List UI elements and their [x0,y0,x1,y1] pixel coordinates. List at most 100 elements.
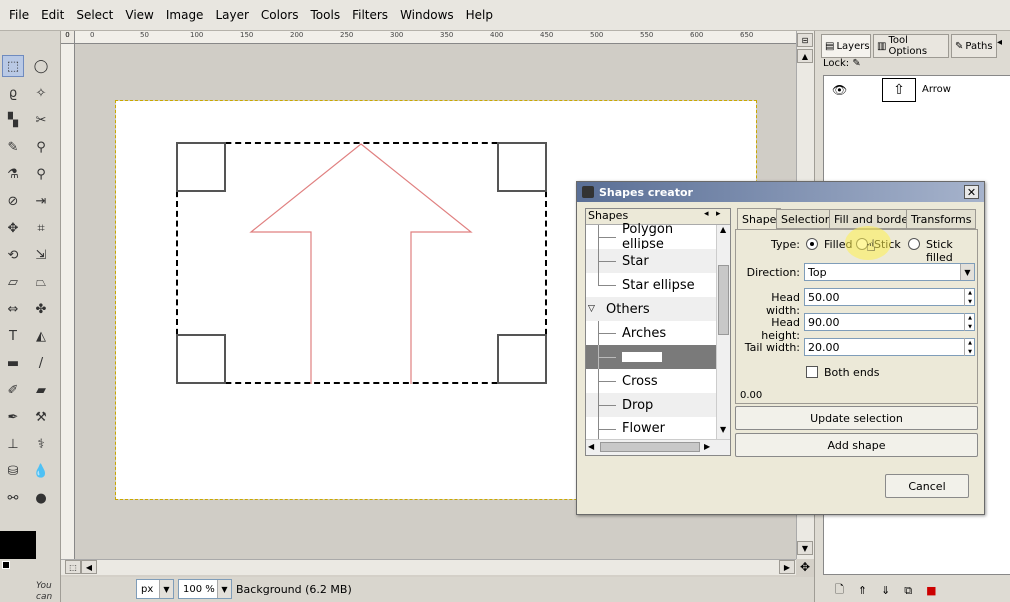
head-height-input[interactable]: 90.00 ▲ ▼ [804,313,975,331]
scroll-right-icon[interactable]: ▶ [704,442,710,451]
scroll-thumb[interactable] [718,265,729,335]
menu-image[interactable]: Image [161,8,209,22]
eraser-icon[interactable]: / [30,352,52,374]
paintbrush-icon[interactable]: ▬ [2,352,24,374]
tab-layers[interactable]: ▤ Layers [821,34,871,58]
heal-icon[interactable]: ⚒ [30,406,52,428]
zoom-icon[interactable]: ⚲ [30,136,52,158]
radio-stick-filled[interactable] [908,238,920,250]
rotate-icon[interactable]: ⌗ [30,217,52,239]
layer-row[interactable]: 👁 ⇧ Arrow [824,76,1010,106]
bucket-fill-icon[interactable]: ✤ [30,298,52,320]
spin-buttons[interactable]: ▲ ▼ [964,338,975,356]
both-ends-checkbox[interactable] [806,366,818,378]
header-right-icon[interactable]: ▸ [716,209,721,219]
tab-transforms[interactable]: Transforms [906,209,977,229]
perspective-clone-icon[interactable]: ⊥ [2,433,24,455]
close-icon[interactable]: ✕ [964,185,979,199]
text-icon[interactable]: ⇔ [2,298,24,320]
radio-filled[interactable] [806,238,818,250]
eye-icon[interactable]: 👁 [832,83,847,97]
reset-colors-icon[interactable] [2,561,10,569]
expander-down-icon[interactable]: ▽ [588,304,595,314]
tree-item-selected[interactable] [586,345,716,369]
color-select-icon[interactable]: ▚ [2,109,24,131]
menu-select[interactable]: Select [71,8,118,22]
chevron-down-icon[interactable]: ▼ [159,580,173,598]
scroll-left-icon[interactable]: ◀ [588,442,594,451]
menu-colors[interactable]: Colors [256,8,304,22]
spin-buttons[interactable]: ▲ ▼ [964,313,975,331]
tree-item[interactable]: Star ellipse [586,273,716,297]
menu-windows[interactable]: Windows [395,8,459,22]
scroll-down-icon[interactable]: ▼ [720,425,726,434]
raise-layer-icon[interactable]: ⇑ [858,584,867,597]
head-width-input[interactable]: 50.00 ▲ ▼ [804,288,975,306]
tree-item[interactable]: Arches [586,321,716,345]
menu-tools[interactable]: Tools [306,8,346,22]
update-selection-button[interactable]: Update selection [735,406,978,430]
tab-selection[interactable]: Selection [776,209,837,229]
horizontal-scrollbar[interactable]: ⬚ ◀ ▶ [61,559,796,575]
scroll-left-icon[interactable]: ◀ [81,560,97,574]
ellipse-select-icon[interactable]: ◯ [30,55,52,77]
clone-icon[interactable]: ✒ [2,406,24,428]
tree-item[interactable]: Polygon ellipse [586,222,716,252]
chevron-down-icon[interactable]: ▼ [960,264,974,280]
tree-item[interactable]: Star [586,249,716,273]
foreground-color-swatch[interactable] [0,531,36,559]
ink-icon[interactable]: ▰ [30,379,52,401]
navigate-icon[interactable]: ✥ [796,559,814,575]
menu-view[interactable]: View [120,8,158,22]
scissors-icon[interactable]: ✂ [30,109,52,131]
scroll-right-icon[interactable]: ▶ [779,560,795,574]
tree-item[interactable]: Cross [586,369,716,393]
blend-icon[interactable]: T [2,325,24,347]
tail-width-input[interactable]: 20.00 ▲ ▼ [804,338,975,356]
menu-help[interactable]: Help [461,8,498,22]
chevron-down-icon[interactable]: ▼ [217,580,231,598]
tab-tool-options[interactable]: ▥ Tool Options [873,34,949,58]
menu-edit[interactable]: Edit [36,8,69,22]
tab-paths[interactable]: ✎ Paths [951,34,997,58]
move-icon[interactable]: ⊘ [2,190,24,212]
direction-select[interactable]: Top ▼ [804,263,975,281]
shear-icon[interactable]: ⇲ [30,244,52,266]
menu-file[interactable]: File [4,8,34,22]
zoom-toggle-icon[interactable]: ⊟ [797,33,813,47]
measure-icon[interactable]: ⚲ [30,163,52,185]
new-layer-icon[interactable]: 🗋 [835,581,844,600]
zoom-select[interactable]: 100 % ▼ [178,579,232,599]
airbrush-icon[interactable]: ✐ [2,379,24,401]
fuzzy-select-icon[interactable]: ✧ [30,82,52,104]
menu-layer[interactable]: Layer [210,8,253,22]
spin-buttons[interactable]: ▲ ▼ [964,288,975,306]
tab-shape[interactable]: Shape [737,208,782,230]
ruler-corner[interactable]: 0 [61,31,75,44]
paths-icon[interactable]: ✎ [2,136,24,158]
scroll-down-icon[interactable]: ▼ [797,541,813,555]
tree-horizontal-scrollbar[interactable]: ◀ ▶ [586,439,730,455]
cancel-button[interactable]: Cancel [885,474,969,498]
align-icon[interactable]: ⇥ [30,190,52,212]
delete-layer-icon[interactable]: ■ [926,584,936,597]
tree-item[interactable]: Flower [586,417,716,439]
tree-item[interactable]: Drop [586,393,716,417]
blur-icon[interactable]: ⚕ [30,433,52,455]
perspective-icon[interactable]: ▱ [2,271,24,293]
dialog-title-bar[interactable]: Shapes creator ✕ [577,182,984,202]
tree-group[interactable]: ▽ Others [586,297,716,321]
scale-icon[interactable]: ⟲ [2,244,24,266]
scroll-thumb[interactable] [600,442,700,452]
shapes-tree[interactable]: Shapes ◂ ▸ Polygon ellipse Star Star ell… [585,208,731,456]
dodge-icon[interactable]: 💧 [30,460,52,482]
magnify-icon[interactable]: ● [30,487,52,509]
pencil-icon[interactable]: ◭ [30,325,52,347]
scroll-up-icon[interactable]: ▲ [720,225,726,234]
add-shape-button[interactable]: Add shape [735,433,978,457]
color-picker-icon[interactable]: ⚗ [2,163,24,185]
unit-select[interactable]: px ▼ [136,579,174,599]
scroll-up-icon[interactable]: ▲ [797,49,813,63]
tab-menu-icon[interactable]: ◂ [997,37,1002,48]
duplicate-layer-icon[interactable]: ⧉ [904,584,912,598]
